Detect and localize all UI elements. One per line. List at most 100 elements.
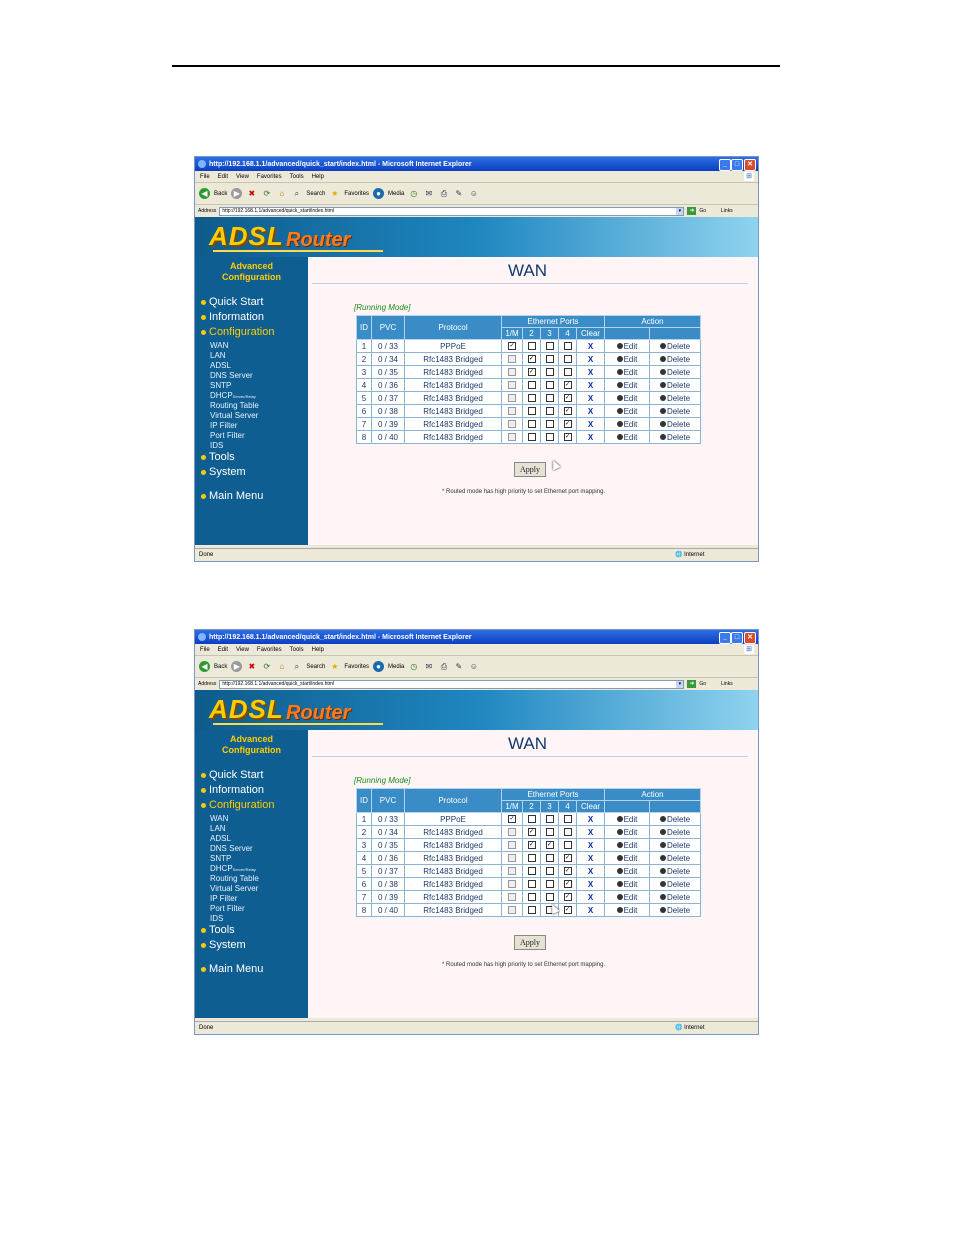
port-checkbox[interactable] — [563, 355, 572, 364]
sidebar-sub-port-filter[interactable]: Port Filter — [210, 431, 245, 441]
stop-icon[interactable]: ✖ — [246, 188, 257, 199]
links-button[interactable]: Links — [721, 208, 733, 214]
port-checkbox[interactable] — [545, 893, 554, 902]
menu-favorites[interactable]: Favorites — [257, 174, 282, 180]
sidebar-item-configuration[interactable]: Configuration — [201, 326, 274, 338]
clear-button[interactable]: X — [588, 381, 593, 390]
media-button-label[interactable]: Media — [388, 664, 404, 670]
port-checkbox[interactable] — [527, 394, 536, 403]
port-checkbox[interactable]: ✓ — [563, 433, 572, 442]
back-icon[interactable]: ◀ — [199, 188, 210, 199]
media-button-label[interactable]: Media — [388, 191, 404, 197]
chevron-down-icon[interactable]: ▾ — [676, 207, 684, 215]
clear-button[interactable]: X — [588, 355, 593, 364]
port-checkbox[interactable]: ✓ — [563, 906, 572, 915]
sidebar-sub-routing-table[interactable]: Routing Table — [210, 874, 259, 884]
edit-link[interactable]: Edit — [604, 812, 650, 826]
clear-button[interactable]: X — [588, 880, 593, 889]
clear-button[interactable]: X — [588, 854, 593, 863]
menu-help[interactable]: Help — [312, 174, 324, 180]
port-checkbox[interactable] — [545, 854, 554, 863]
port-checkbox[interactable] — [545, 394, 554, 403]
menu-favorites[interactable]: Favorites — [257, 647, 282, 653]
sidebar-item-system[interactable]: System — [201, 939, 246, 951]
port-checkbox[interactable] — [545, 815, 554, 824]
clear-button[interactable]: X — [588, 828, 593, 837]
minimize-button[interactable]: _ — [719, 159, 731, 171]
favorites-star-icon[interactable]: ★ — [329, 188, 340, 199]
delete-link[interactable]: Delete — [649, 339, 701, 353]
menu-file[interactable]: File — [200, 174, 210, 180]
port-checkbox[interactable]: ✓ — [508, 342, 516, 351]
port-checkbox[interactable]: ✓ — [563, 854, 572, 863]
delete-link[interactable]: Delete — [649, 812, 701, 826]
mail-icon[interactable]: ✉ — [423, 661, 434, 672]
minimize-button[interactable]: _ — [719, 632, 731, 644]
port-checkbox[interactable] — [563, 841, 572, 850]
address-input[interactable]: http://192.168.1.1/advanced/quick_start/… — [219, 206, 685, 216]
media-icon[interactable]: ● — [373, 661, 385, 672]
port-checkbox[interactable] — [545, 355, 554, 364]
mail-icon[interactable]: ✉ — [423, 188, 434, 199]
sidebar-sub-virtual-server[interactable]: Virtual Server — [210, 884, 258, 894]
clear-button[interactable]: X — [588, 893, 593, 902]
edit-link[interactable]: Edit — [604, 903, 650, 917]
sidebar-item-quick-start[interactable]: Quick Start — [201, 296, 263, 308]
port-checkbox[interactable] — [545, 867, 554, 876]
clear-button[interactable]: X — [588, 342, 593, 351]
clear-button[interactable]: X — [588, 433, 593, 442]
delete-link[interactable]: Delete — [649, 417, 701, 431]
sidebar-sub-routing-table[interactable]: Routing Table — [210, 401, 259, 411]
sidebar-sub-ids[interactable]: IDS — [210, 441, 223, 451]
port-checkbox[interactable] — [527, 420, 536, 429]
port-checkbox[interactable] — [527, 407, 536, 416]
forward-icon[interactable]: ▶ — [231, 188, 243, 199]
search-button-label[interactable]: Search — [306, 191, 325, 197]
port-checkbox[interactable] — [527, 867, 536, 876]
clear-button[interactable]: X — [588, 815, 593, 824]
delete-link[interactable]: Delete — [649, 391, 701, 405]
favorites-star-icon[interactable]: ★ — [329, 661, 340, 672]
media-icon[interactable]: ● — [373, 188, 385, 199]
apply-button[interactable]: Apply — [514, 462, 546, 477]
delete-link[interactable]: Delete — [649, 877, 701, 891]
menu-view[interactable]: View — [236, 647, 249, 653]
port-checkbox[interactable] — [527, 880, 536, 889]
port-checkbox[interactable] — [563, 815, 572, 824]
sidebar-item-main-menu[interactable]: Main Menu — [201, 963, 263, 975]
sidebar-item-main-menu[interactable]: Main Menu — [201, 490, 263, 502]
go-arrow-icon[interactable]: ➜ — [687, 680, 697, 688]
port-checkbox[interactable]: ✓ — [563, 394, 572, 403]
clear-button[interactable]: X — [588, 368, 593, 377]
edit-link[interactable]: Edit — [604, 378, 650, 392]
menu-tools[interactable]: Tools — [290, 647, 304, 653]
edit-icon[interactable]: ✎ — [453, 188, 464, 199]
edit-icon[interactable]: ✎ — [453, 661, 464, 672]
close-button[interactable]: ✕ — [744, 632, 756, 644]
sidebar-item-quick-start[interactable]: Quick Start — [201, 769, 263, 781]
port-checkbox[interactable] — [527, 433, 536, 442]
clear-button[interactable]: X — [588, 420, 593, 429]
delete-link[interactable]: Delete — [649, 404, 701, 418]
port-checkbox[interactable] — [527, 854, 536, 863]
port-checkbox[interactable]: ✓ — [563, 867, 572, 876]
port-checkbox[interactable] — [545, 880, 554, 889]
menu-edit[interactable]: Edit — [218, 174, 228, 180]
port-checkbox[interactable]: ✓ — [545, 841, 554, 850]
edit-link[interactable]: Edit — [604, 877, 650, 891]
sidebar-item-information[interactable]: Information — [201, 311, 264, 323]
clear-button[interactable]: X — [588, 841, 593, 850]
go-button[interactable]: Go — [699, 681, 706, 687]
port-checkbox[interactable] — [545, 433, 554, 442]
edit-link[interactable]: Edit — [604, 339, 650, 353]
history-icon[interactable]: ◷ — [408, 188, 419, 199]
print-icon[interactable]: ⎙ — [438, 188, 449, 199]
search-button-label[interactable]: Search — [306, 664, 325, 670]
apply-button[interactable]: Apply — [514, 935, 546, 950]
port-checkbox[interactable]: ✓ — [527, 841, 536, 850]
sidebar-item-tools[interactable]: Tools — [201, 924, 235, 936]
port-checkbox[interactable] — [545, 420, 554, 429]
clear-button[interactable]: X — [588, 407, 593, 416]
port-checkbox[interactable]: ✓ — [527, 368, 536, 377]
edit-link[interactable]: Edit — [604, 365, 650, 379]
